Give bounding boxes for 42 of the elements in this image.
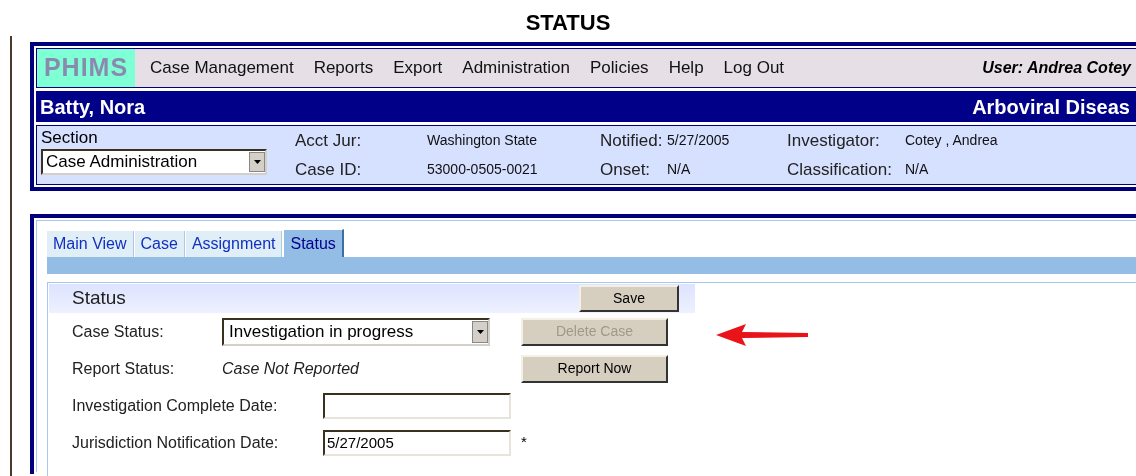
field-label: Notified:: [600, 129, 664, 152]
status-value: Case Not Reported: [222, 358, 361, 379]
required-mark: *: [521, 432, 527, 453]
user-label: User: Andrea Cotey: [982, 58, 1131, 78]
field-value: 5/27/2005: [667, 131, 731, 150]
field-label: Investigation Complete Date:: [72, 395, 279, 416]
field-value: 53000-0505-0021: [427, 160, 539, 179]
tab[interactable]: Assignment: [185, 231, 283, 257]
field-label: Acct Jur:: [295, 129, 363, 152]
field-value: N/A: [905, 160, 930, 179]
menu-item[interactable]: Log Out: [723, 55, 785, 81]
section-dropdown[interactable]: Case Administration: [41, 149, 267, 175]
tab[interactable]: Main View: [47, 231, 134, 257]
tab[interactable]: Status: [283, 229, 344, 257]
tab[interactable]: Case: [134, 231, 185, 257]
case-status-dropdown[interactable]: Investigation in progress: [222, 317, 490, 346]
menu-item[interactable]: Help: [668, 55, 704, 81]
patient-name: Batty, Nora: [40, 94, 146, 120]
field-label: Jurisdiction Notification Date:: [72, 432, 280, 453]
page-title: STATUS: [524, 9, 612, 37]
menu-item[interactable]: Reports: [313, 55, 374, 81]
logo: PHIMS: [37, 49, 135, 87]
report-now-button[interactable]: Report Now: [521, 354, 668, 383]
menu-item[interactable]: Administration: [462, 55, 571, 81]
field-value: Cotey , Andrea: [905, 131, 999, 150]
menu-item[interactable]: Case Management: [150, 55, 294, 81]
date-field[interactable]: [323, 392, 511, 419]
field-label: Report Status:: [72, 358, 176, 379]
date-field[interactable]: 5/27/2005: [323, 429, 511, 456]
field-label: Onset:: [600, 158, 652, 181]
field-value: Washington State: [427, 131, 538, 150]
field-label: Classification:: [787, 158, 893, 181]
field-label: Case Status:: [72, 321, 165, 342]
menu-item[interactable]: Export: [393, 55, 443, 81]
field-label: Investigator:: [787, 129, 881, 152]
field-label: Case ID:: [295, 158, 363, 181]
menu-item[interactable]: Policies: [590, 55, 649, 81]
field-value: N/A: [667, 160, 692, 179]
condition-name: Arboviral Diseas: [972, 94, 1130, 120]
save-button[interactable]: Save: [579, 285, 679, 312]
panel-title: Status: [72, 286, 126, 311]
section-label: Section: [41, 127, 99, 149]
